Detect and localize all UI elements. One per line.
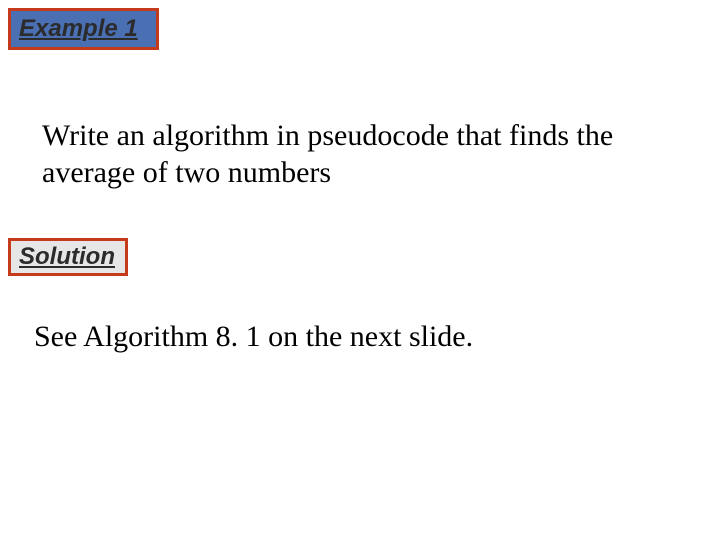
example-label: Example 1: [19, 15, 138, 42]
example-label-box: Example 1: [8, 8, 159, 50]
solution-label: Solution: [19, 243, 115, 270]
problem-statement: Write an algorithm in pseudocode that fi…: [42, 118, 690, 191]
solution-label-box: Solution: [8, 238, 128, 276]
solution-statement: See Algorithm 8. 1 on the next slide.: [34, 320, 473, 354]
